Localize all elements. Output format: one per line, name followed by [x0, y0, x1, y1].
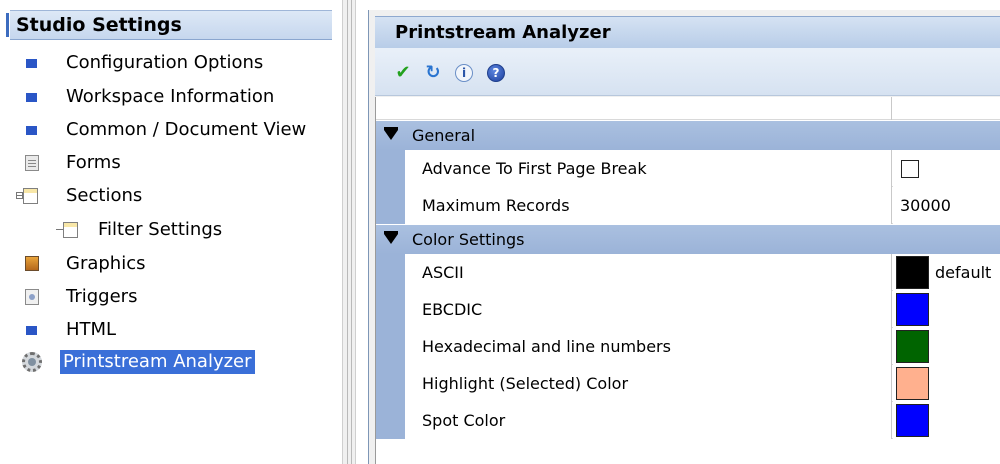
property-value[interactable] — [893, 291, 1000, 328]
tree-item-graphics[interactable]: Graphics — [22, 249, 340, 279]
settings-panel: Printstream Analyzer ✔ ↻ i ? General Adv… — [368, 10, 1000, 464]
tree-item-sections[interactable]: Sections — [14, 181, 340, 211]
check-icon[interactable]: ✔ — [391, 62, 415, 84]
document-icon — [25, 155, 39, 171]
property-name: Highlight (Selected) Color — [405, 365, 892, 402]
maximum-records-value[interactable]: 30000 — [893, 187, 1000, 224]
help-icon[interactable]: ? — [487, 64, 505, 82]
property-name: Maximum Records — [405, 187, 892, 224]
property-row-ebcdic[interactable]: EBCDIC — [376, 291, 1000, 328]
row-gutter — [376, 291, 405, 328]
property-name: Spot Color — [405, 402, 892, 439]
property-name: Hexadecimal and line numbers — [405, 328, 892, 365]
blue-square-icon — [26, 326, 37, 335]
tree-item-label: Configuration Options — [66, 52, 264, 73]
refresh-icon[interactable]: ↻ — [421, 62, 445, 84]
tree-header-title: Studio Settings — [16, 14, 182, 36]
sections-icon — [16, 188, 38, 204]
header-accent-bar — [6, 13, 9, 37]
color-swatch[interactable] — [896, 293, 929, 326]
gear-icon — [22, 352, 42, 372]
tree-item-label: Workspace Information — [66, 86, 275, 107]
property-row-ascii[interactable]: ASCII default — [376, 254, 1000, 291]
property-row-hexadecimal-and-line-numbers[interactable]: Hexadecimal and line numbers — [376, 328, 1000, 365]
property-value[interactable] — [893, 402, 1000, 439]
tree-header: Studio Settings — [6, 10, 332, 40]
advance-first-page-break-checkbox[interactable] — [901, 160, 919, 178]
tree-item-label: Triggers — [66, 286, 138, 307]
row-gutter — [376, 187, 405, 224]
tree-item-configuration-options[interactable]: Configuration Options — [22, 48, 340, 78]
pane-splitter[interactable] — [342, 0, 356, 464]
color-swatch[interactable] — [896, 256, 929, 289]
property-value[interactable] — [893, 150, 1000, 187]
property-grid: General Advance To First Page Break Maxi… — [375, 97, 1000, 464]
tree-item-label: Printstream Analyzer — [60, 350, 255, 374]
category-general[interactable]: General — [376, 121, 1000, 150]
tree-item-printstream-analyzer[interactable]: Printstream Analyzer — [22, 347, 340, 377]
row-gutter — [376, 328, 405, 365]
toolbar: ✔ ↻ i ? — [375, 48, 1000, 96]
color-value-text: default — [935, 263, 992, 282]
category-label: General — [412, 126, 476, 145]
tree-item-label: Filter Settings — [98, 219, 223, 240]
row-gutter — [376, 254, 405, 291]
row-gutter — [376, 150, 405, 187]
color-swatch[interactable] — [896, 404, 929, 437]
collapse-triangle-icon[interactable] — [384, 127, 398, 140]
grid-header — [376, 97, 1000, 120]
tree-item-label: Graphics — [66, 253, 146, 274]
property-row-advance-to-first-page-break[interactable]: Advance To First Page Break — [376, 150, 1000, 187]
tree-item-common-document-view[interactable]: Common / Document View — [22, 115, 340, 145]
color-swatch[interactable] — [896, 367, 929, 400]
category-color-settings[interactable]: Color Settings — [376, 225, 1000, 254]
info-icon[interactable]: i — [455, 64, 473, 82]
property-row-spot-color[interactable]: Spot Color — [376, 402, 1000, 439]
panel-title: Printstream Analyzer — [375, 16, 1000, 48]
property-row-highlight-selected-color[interactable]: Highlight (Selected) Color — [376, 365, 1000, 402]
column-separator[interactable] — [891, 97, 892, 120]
tree-item-filter-settings[interactable]: Filter Settings — [56, 215, 340, 245]
trigger-icon — [25, 289, 39, 305]
picture-icon — [25, 256, 39, 271]
tree-item-label: Forms — [66, 152, 121, 173]
property-name: EBCDIC — [405, 291, 892, 328]
blue-square-icon — [26, 93, 37, 102]
tree-item-workspace-information[interactable]: Workspace Information — [22, 82, 340, 112]
property-name: Advance To First Page Break — [405, 150, 892, 187]
property-value[interactable] — [893, 328, 1000, 365]
section-page-icon — [56, 222, 78, 238]
tree-item-label: Sections — [66, 185, 143, 206]
row-gutter — [376, 365, 405, 402]
property-value[interactable] — [893, 365, 1000, 402]
category-label: Color Settings — [412, 230, 525, 249]
property-name: ASCII — [405, 254, 892, 291]
row-gutter — [376, 402, 405, 439]
blue-square-icon — [26, 59, 37, 68]
tree-item-html[interactable]: HTML — [22, 315, 340, 345]
settings-tree: Studio Settings Configuration Options Wo… — [0, 0, 340, 464]
color-swatch[interactable] — [896, 330, 929, 363]
tree-item-label: Common / Document View — [66, 119, 307, 140]
blue-square-icon — [26, 126, 37, 135]
tree-item-triggers[interactable]: Triggers — [22, 282, 340, 312]
property-row-maximum-records[interactable]: Maximum Records 30000 — [376, 187, 1000, 224]
collapse-triangle-icon[interactable] — [384, 231, 398, 244]
tree-item-forms[interactable]: Forms — [22, 148, 340, 178]
tree-item-label: HTML — [66, 319, 117, 340]
property-value[interactable]: default — [893, 254, 1000, 291]
